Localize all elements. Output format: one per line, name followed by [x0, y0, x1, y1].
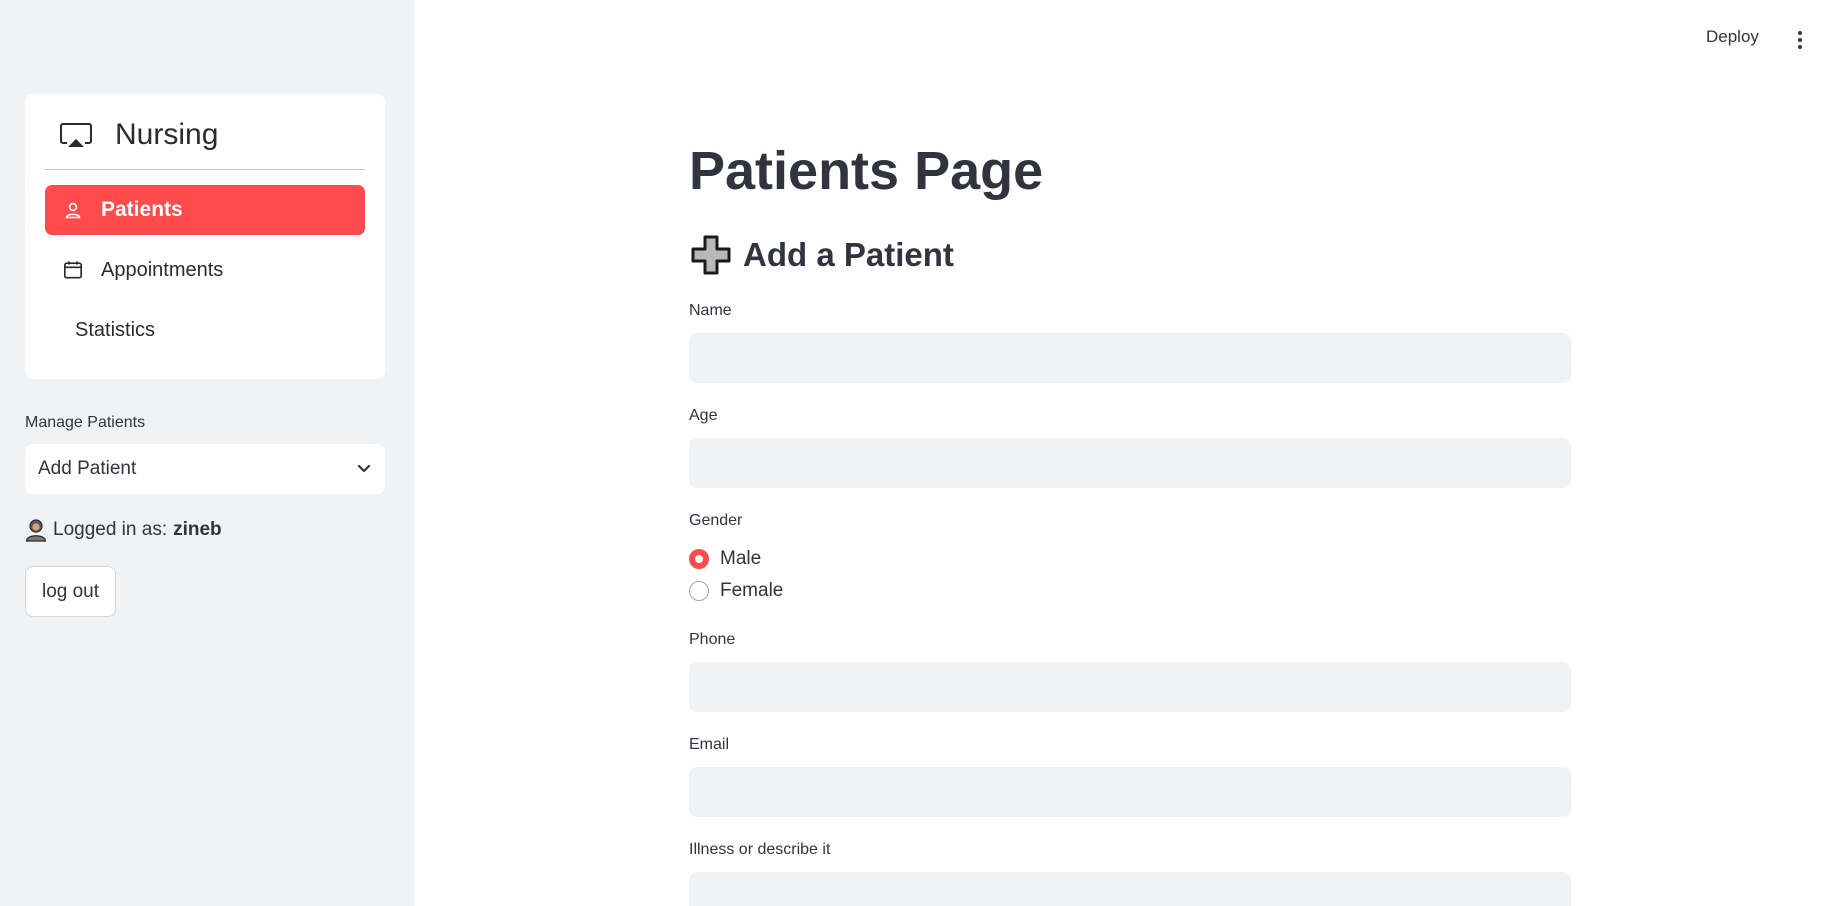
cast-icon: [59, 122, 93, 148]
radio-label: Female: [720, 580, 784, 601]
phone-input[interactable]: [689, 662, 1571, 712]
logged-in-prefix: Logged in as:: [53, 519, 168, 540]
sidebar-item-label: Appointments: [101, 258, 224, 281]
calendar-icon: [63, 260, 83, 280]
chevron-down-icon: [357, 458, 371, 480]
gender-radio-male[interactable]: Male: [689, 548, 761, 570]
section-title-text: Add a Patient: [743, 236, 954, 273]
email-input[interactable]: [689, 767, 1571, 817]
option-menu-header: Nursing: [59, 118, 218, 152]
sidebar-item-statistics[interactable]: Statistics: [45, 305, 365, 355]
page-title: Patients Page: [689, 141, 1044, 201]
option-menu-title: Nursing: [115, 118, 219, 151]
sidebar-item-label: Patients: [101, 198, 183, 221]
deploy-button[interactable]: Deploy: [1706, 27, 1759, 47]
user-avatar-icon: [25, 518, 47, 542]
radio-selected-icon: [689, 549, 709, 569]
select-value: Add Patient: [38, 458, 137, 479]
main-menu-button[interactable]: [1795, 28, 1805, 52]
gender-radio-female[interactable]: Female: [689, 580, 783, 602]
sidebar-item-label: Statistics: [75, 318, 156, 341]
logged-in-status: Logged in as: zineb: [25, 518, 222, 542]
plus-icon: [689, 233, 733, 277]
sidebar: Nursing Patients Appointments Statistics…: [0, 0, 414, 906]
person-icon: [63, 200, 83, 220]
illness-label: Illness or describe it: [689, 841, 831, 858]
logout-button[interactable]: log out: [25, 566, 116, 617]
name-label: Name: [689, 302, 732, 319]
divider: [45, 169, 365, 170]
email-label: Email: [689, 736, 730, 753]
gender-label: Gender: [689, 512, 743, 529]
option-menu: Nursing Patients Appointments Statistics: [25, 94, 385, 379]
sidebar-item-appointments[interactable]: Appointments: [45, 245, 365, 295]
illness-input[interactable]: [689, 872, 1571, 906]
name-input[interactable]: [689, 333, 1571, 383]
logged-in-username: zineb: [173, 519, 222, 540]
sidebar-item-patients[interactable]: Patients: [45, 185, 365, 235]
radio-label: Male: [720, 548, 762, 569]
more-vertical-icon: [1798, 31, 1802, 35]
radio-unselected-icon: [689, 581, 709, 601]
phone-label: Phone: [689, 631, 736, 648]
age-label: Age: [689, 407, 718, 424]
manage-patients-select[interactable]: Add Patient: [25, 444, 385, 494]
section-title: Add a Patient: [689, 233, 954, 277]
manage-patients-label: Manage Patients: [25, 414, 146, 431]
age-input[interactable]: [689, 438, 1571, 488]
